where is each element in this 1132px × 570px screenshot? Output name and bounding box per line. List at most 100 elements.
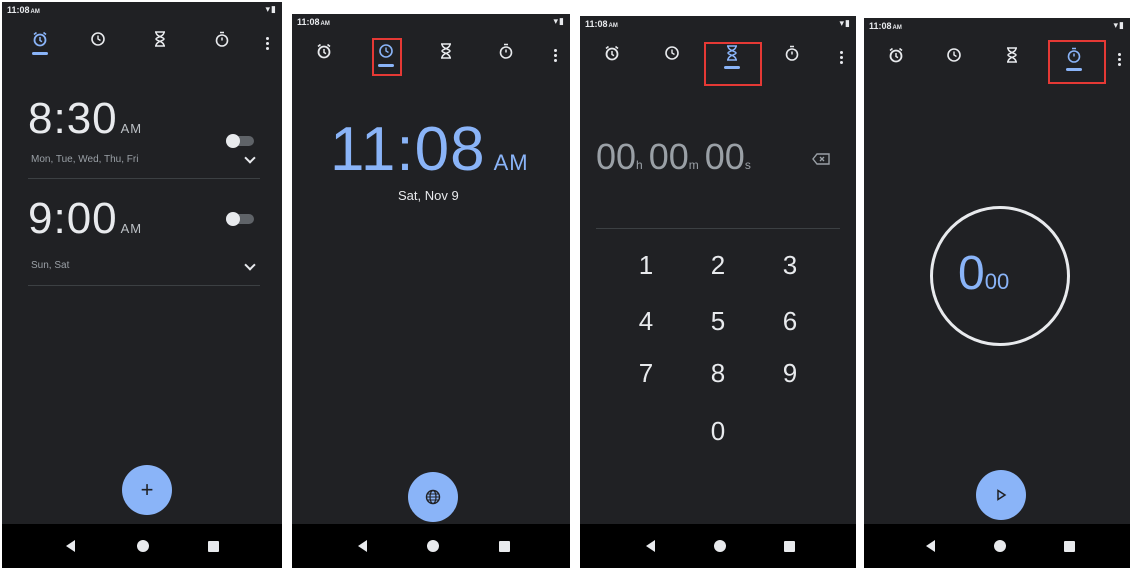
- play-icon: [997, 489, 1007, 501]
- divider: [596, 228, 840, 229]
- timer-minutes-unit: m: [688, 158, 699, 172]
- more-options-icon[interactable]: [1112, 34, 1126, 84]
- alarm-1-toggle-thumb: [226, 134, 240, 148]
- stopwatch-display: 000: [958, 246, 1009, 301]
- timer-seconds-unit: s: [744, 158, 751, 172]
- plus-icon: +: [140, 477, 154, 502]
- timer-seconds: 00: [704, 136, 745, 177]
- stopwatch-icon: [499, 43, 513, 59]
- keypad-0[interactable]: 0: [698, 416, 738, 447]
- timer-display: 00h 00m 00s: [596, 136, 757, 178]
- hourglass-icon: [1007, 47, 1017, 63]
- keypad-2[interactable]: 2: [698, 250, 738, 281]
- back-icon[interactable]: [358, 540, 367, 552]
- navigation-bar: [2, 524, 282, 568]
- timer-minutes: 00: [648, 136, 689, 177]
- stopwatch-icon: [785, 45, 799, 61]
- recents-icon[interactable]: [784, 541, 795, 552]
- recents-icon[interactable]: [208, 541, 219, 552]
- tab-stopwatch[interactable]: [202, 18, 242, 68]
- tab-clock[interactable]: [652, 32, 692, 82]
- alarm-screen: 11:08AM ▾▮ 8:30 AM Mon, Tue, Wed, Thu, Fr…: [2, 2, 282, 568]
- timer-screen: 11:08AM ▾▮ 00h 00m 00s 1 2 3 4 5 6 7 8 9…: [580, 16, 856, 568]
- alarm-1-time-value: 8:30: [28, 94, 118, 143]
- stopwatch-icon: [215, 31, 229, 47]
- alarm-1-expand-icon[interactable]: [244, 152, 256, 164]
- tab-clock[interactable]: [934, 34, 974, 84]
- recents-icon[interactable]: [1064, 541, 1075, 552]
- alarm-2-expand-icon[interactable]: [244, 259, 256, 271]
- tab-timer[interactable]: [426, 30, 466, 80]
- status-time: 11:08: [869, 21, 892, 31]
- timer-hours: 00: [596, 136, 637, 177]
- home-icon[interactable]: [137, 540, 149, 552]
- tab-alarm[interactable]: [304, 30, 344, 80]
- status-icons: ▾▮: [1113, 20, 1125, 30]
- keypad-5[interactable]: 5: [698, 306, 738, 337]
- alarm-2-time[interactable]: 9:00 AM: [28, 194, 142, 244]
- status-bar: 11:08AM ▾▮: [580, 16, 856, 32]
- backspace-icon[interactable]: [812, 152, 830, 170]
- back-icon[interactable]: [926, 540, 935, 552]
- alarm-2-ampm: AM: [120, 221, 143, 236]
- add-alarm-button[interactable]: +: [122, 465, 172, 515]
- back-icon[interactable]: [646, 540, 655, 552]
- clock-icon: [91, 32, 105, 46]
- globe-icon: [425, 489, 441, 505]
- navigation-bar: [864, 524, 1130, 568]
- clock-date: Sat, Nov 9: [398, 188, 459, 203]
- clock-screen: 11:08AM ▾▮ 11:08 AM Sat, Nov 9: [292, 14, 570, 568]
- keypad-3[interactable]: 3: [770, 250, 810, 281]
- tab-timer[interactable]: [140, 18, 180, 68]
- home-icon[interactable]: [994, 540, 1006, 552]
- alarm-1-days: Mon, Tue, Wed, Thu, Fri: [31, 154, 139, 165]
- tab-clock[interactable]: [78, 18, 118, 68]
- navigation-bar: [580, 524, 856, 568]
- status-time: 11:08: [297, 17, 320, 27]
- more-options-icon[interactable]: [260, 18, 274, 68]
- keypad-8[interactable]: 8: [698, 358, 738, 389]
- stopwatch-screen: 11:08AM ▾▮ 000: [864, 18, 1130, 568]
- keypad-4[interactable]: 4: [626, 306, 666, 337]
- divider: [28, 285, 260, 286]
- keypad-7[interactable]: 7: [626, 358, 666, 389]
- tab-alarm[interactable]: [20, 18, 60, 68]
- stopwatch-seconds: 0: [958, 247, 985, 300]
- tab-stopwatch[interactable]: [772, 32, 812, 82]
- tab-alarm[interactable]: [592, 32, 632, 82]
- keypad-9[interactable]: 9: [770, 358, 810, 389]
- tab-stopwatch[interactable]: [486, 30, 526, 80]
- divider: [28, 178, 260, 179]
- home-icon[interactable]: [714, 540, 726, 552]
- world-clock-button[interactable]: [408, 472, 458, 522]
- tab-timer[interactable]: [992, 34, 1032, 84]
- clock-icon: [665, 46, 679, 60]
- tab-bar: [864, 34, 1130, 88]
- tab-bar: [2, 18, 282, 72]
- alarm-2-toggle-thumb: [226, 212, 240, 226]
- alarm-icon: [33, 31, 47, 47]
- tab-bar: [292, 30, 570, 84]
- more-options-icon[interactable]: [834, 32, 848, 82]
- more-options-icon[interactable]: [548, 30, 562, 80]
- navigation-bar: [292, 524, 570, 568]
- alarm-icon: [605, 45, 619, 61]
- home-icon[interactable]: [427, 540, 439, 552]
- highlight-box: [372, 38, 402, 76]
- status-icons: ▾▮: [265, 4, 277, 14]
- keypad-1[interactable]: 1: [626, 250, 666, 281]
- status-time: 11:08: [7, 5, 30, 15]
- status-bar: 11:08AM ▾▮: [292, 14, 570, 30]
- status-icons: ▾▮: [553, 16, 565, 26]
- alarm-icon: [889, 47, 903, 63]
- alarm-1-ampm: AM: [120, 121, 143, 136]
- back-icon[interactable]: [66, 540, 75, 552]
- tab-alarm[interactable]: [876, 34, 916, 84]
- start-stopwatch-button[interactable]: [976, 470, 1026, 520]
- status-time-suffix: AM: [30, 9, 40, 15]
- keypad-6[interactable]: 6: [770, 306, 810, 337]
- recents-icon[interactable]: [499, 541, 510, 552]
- alarm-1-time[interactable]: 8:30 AM: [28, 94, 142, 144]
- hourglass-icon: [155, 31, 165, 47]
- status-bar: 11:08AM ▾▮: [864, 18, 1130, 34]
